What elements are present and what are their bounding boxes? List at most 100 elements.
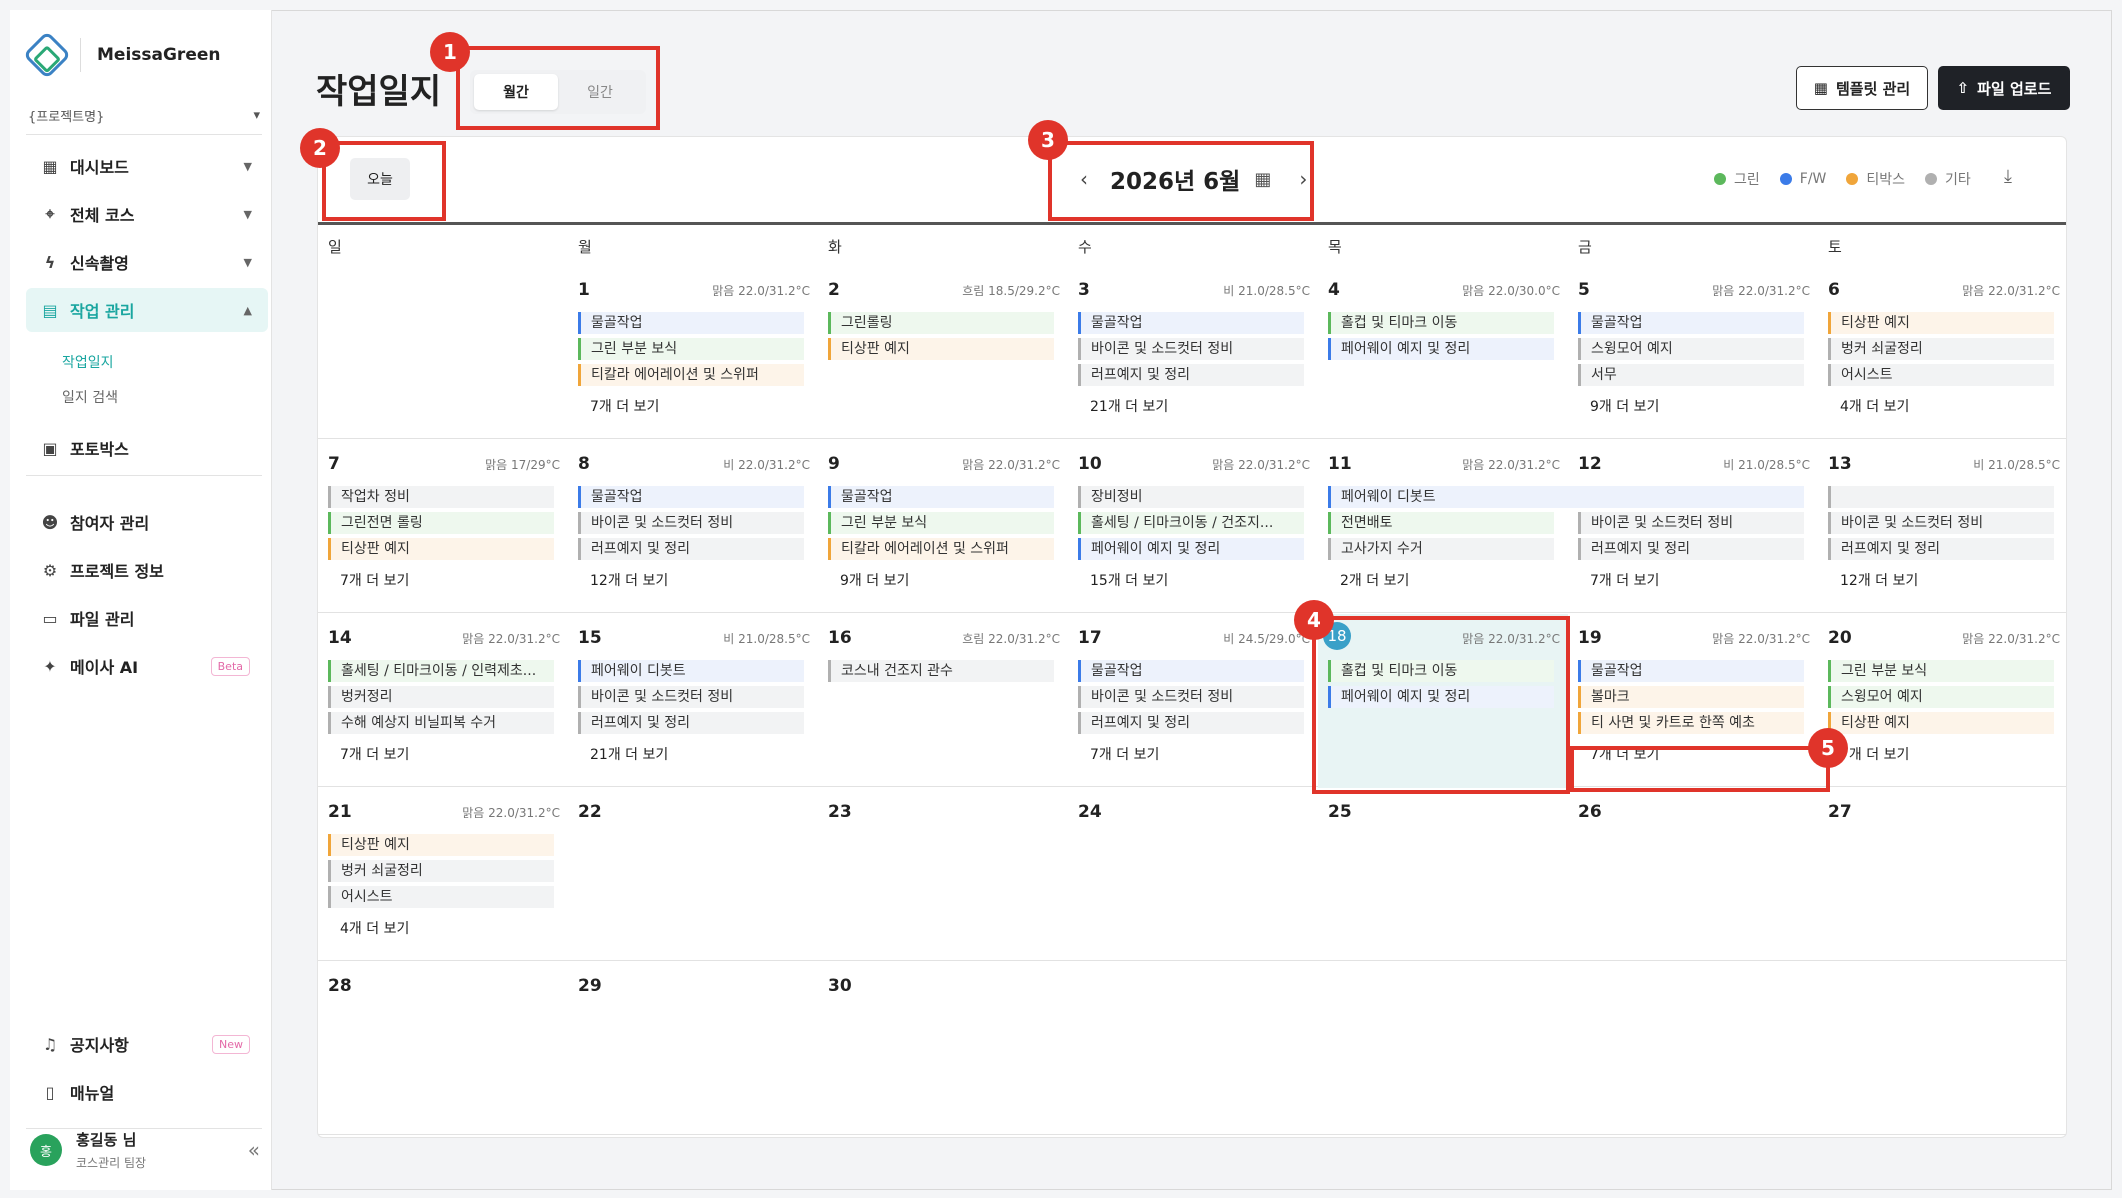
event-item[interactable]: 러프예지 및 정리: [1578, 538, 1804, 560]
calendar-day[interactable]: 28: [318, 962, 568, 1136]
event-item[interactable]: 홀세팅 / 티마크이동 / 건조지...: [1078, 512, 1304, 534]
event-item[interactable]: 티칼라 에어레이션 및 스위퍼: [828, 538, 1054, 560]
event-item[interactable]: 그린 부분 보식: [828, 512, 1054, 534]
calendar-day[interactable]: 15 비 21.0/28.5°C 페어웨이 디봇트 바이콘 및 소드컷터 정비 러프예지…: [568, 614, 818, 788]
calendar-day[interactable]: 26: [1568, 788, 1818, 962]
calendar-day[interactable]: 4 맑음 22.0/30.0°C 홀컵 및 티마크 이동 페어웨이 예지 및 정리: [1318, 266, 1568, 440]
chevron-right-icon[interactable]: ›: [1299, 167, 1307, 191]
event-item[interactable]: 수해 예상지 비닐피복 수거: [328, 712, 554, 734]
calendar-day[interactable]: 16 흐림 22.0/31.2°C 코스내 건조지 관수: [818, 614, 1068, 788]
calendar-day[interactable]: 12 비 21.0/28.5°C 바이콘 및 소드컷터 정비 러프예지 및 정리 7개 …: [1568, 440, 1818, 614]
sidebar-item-participants[interactable]: ☻ 참여자 관리: [26, 500, 268, 544]
sidebar-subitem-log-search[interactable]: 일지 검색: [62, 387, 118, 407]
more-events-link[interactable]: 4개 더 보기: [340, 918, 409, 938]
project-selector[interactable]: {프로젝트명} ▾: [28, 98, 260, 132]
event-item[interactable]: 러프예지 및 정리: [578, 538, 804, 560]
event-item[interactable]: 러프예지 및 정리: [1828, 538, 2054, 560]
sidebar-subitem-work-log[interactable]: 작업일지: [62, 352, 114, 372]
event-item[interactable]: 벙커 쇠굴정리: [328, 860, 554, 882]
calendar-day-today[interactable]: 18 맑음 22.0/31.2°C 홀컵 및 티마크 이동 페어웨이 예지 및 정리: [1318, 614, 1568, 788]
more-events-link[interactable]: 7개 더 보기: [340, 744, 409, 764]
more-events-link[interactable]: 2개 더 보기: [1340, 570, 1409, 590]
event-item[interactable]: 바이콘 및 소드컷터 정비: [1078, 686, 1304, 708]
more-events-link[interactable]: 15개 더 보기: [1090, 570, 1168, 590]
calendar-day[interactable]: 22: [568, 788, 818, 962]
more-events-link[interactable]: 7개 더 보기: [590, 396, 659, 416]
calendar-day[interactable]: 6 맑음 22.0/31.2°C 티상판 예지 벙커 쇠굴정리 어시스트 4개 더 보기: [1818, 266, 2068, 440]
file-upload-button[interactable]: ⇧ 파일 업로드: [1938, 66, 2070, 110]
event-item[interactable]: 티상판 예지: [328, 834, 554, 856]
event-item[interactable]: 물골작업: [578, 486, 804, 508]
collapse-sidebar-icon[interactable]: «: [248, 1138, 260, 1162]
more-events-link[interactable]: 21개 더 보기: [1090, 396, 1168, 416]
event-item[interactable]: 물골작업: [1578, 312, 1804, 334]
chevron-left-icon[interactable]: ‹: [1080, 167, 1088, 191]
sidebar-item-files[interactable]: ▭ 파일 관리: [26, 596, 268, 640]
event-item[interactable]: 고사가지 수거: [1328, 538, 1554, 560]
more-events-link[interactable]: 9개 더 보기: [840, 570, 909, 590]
app-logo[interactable]: MeissaGreen: [22, 28, 220, 82]
event-item[interactable]: 바이콘 및 소드컷터 정비: [578, 686, 804, 708]
sidebar-item-manual[interactable]: ▯ 매뉴얼: [26, 1070, 268, 1114]
event-item[interactable]: 코스내 건조지 관수: [828, 660, 1054, 682]
calendar-day[interactable]: 19 맑음 22.0/31.2°C 물골작업 볼마크 티 사면 및 카트로 한쪽 예초 7…: [1568, 614, 1818, 788]
event-item[interactable]: 티상판 예지: [828, 338, 1054, 360]
event-item[interactable]: 그린전면 롤링: [328, 512, 554, 534]
calendar-day[interactable]: 29: [568, 962, 818, 1136]
more-events-link[interactable]: 9개 더 보기: [1590, 396, 1659, 416]
event-item[interactable]: 페어웨이 예지 및 정리: [1328, 338, 1554, 360]
event-item[interactable]: 물골작업: [1078, 312, 1304, 334]
month-label[interactable]: 2026년 6월: [1110, 162, 1240, 196]
calendar-day[interactable]: 2 흐림 18.5/29.2°C 그린롤링 티상판 예지: [818, 266, 1068, 440]
event-item[interactable]: 물골작업: [1578, 660, 1804, 682]
sidebar-item-work-management[interactable]: ▤ 작업 관리 ▲: [26, 288, 268, 332]
user-profile[interactable]: 홍 홍길동 님 코스관리 팀장 «: [30, 1126, 260, 1174]
sidebar-item-courses[interactable]: ⌖ 전체 코스 ▼: [26, 192, 268, 236]
event-item[interactable]: 러프예지 및 정리: [1078, 364, 1304, 386]
calendar-day[interactable]: 5 맑음 22.0/31.2°C 물골작업 스윙모어 예지 서무 9개 더 보기: [1568, 266, 1818, 440]
more-events-link[interactable]: 21개 더 보기: [590, 744, 668, 764]
calendar-day[interactable]: 9 맑음 22.0/31.2°C 물골작업 그린 부분 보식 티칼라 에어레이션 및 스…: [818, 440, 1068, 614]
sidebar-item-quick-capture[interactable]: ϟ 신속촬영 ▼: [26, 240, 268, 284]
event-item[interactable]: 어시스트: [1828, 364, 2054, 386]
event-item[interactable]: 티칼라 에어레이션 및 스위퍼: [578, 364, 804, 386]
calendar-day[interactable]: 14 맑음 22.0/31.2°C 홀세팅 / 티마크이동 / 인력제초... 벙커정…: [318, 614, 568, 788]
event-item[interactable]: [1828, 486, 2054, 508]
today-button[interactable]: 오늘: [350, 158, 410, 200]
more-events-link[interactable]: 12개 더 보기: [590, 570, 668, 590]
event-item[interactable]: 페어웨이 디봇트: [578, 660, 804, 682]
calendar-day[interactable]: 23: [818, 788, 1068, 962]
more-events-link[interactable]: 7개 더 보기: [1090, 744, 1159, 764]
calendar-day[interactable]: 27: [1818, 788, 2068, 962]
calendar-day[interactable]: 25: [1318, 788, 1568, 962]
tab-monthly[interactable]: 월간: [474, 74, 558, 110]
event-item[interactable]: 러프예지 및 정리: [1078, 712, 1304, 734]
calendar-day[interactable]: 7 맑음 17/29°C 작업차 정비 그린전면 롤링 티상판 예지 7개 더 보기: [318, 440, 568, 614]
event-item[interactable]: 그린 부분 보식: [1828, 660, 2054, 682]
event-item[interactable]: 홀컵 및 티마크 이동: [1328, 312, 1554, 334]
sidebar-item-photobox[interactable]: ▣ 포토박스: [26, 426, 268, 470]
sidebar-item-dashboard[interactable]: ▦ 대시보드 ▼: [26, 144, 268, 188]
calendar-day[interactable]: 1 맑음 22.0/31.2°C 물골작업 그린 부분 보식 티칼라 에어레이션 및 스…: [568, 266, 818, 440]
download-icon[interactable]: ⤓: [2004, 166, 2012, 187]
event-item[interactable]: 전면배토: [1328, 512, 1554, 534]
event-item[interactable]: 티상판 예지: [1828, 712, 2054, 734]
more-events-link[interactable]: 7개 더 보기: [1590, 744, 1659, 764]
event-item[interactable]: 스윙모어 예지: [1828, 686, 2054, 708]
calendar-day[interactable]: 21 맑음 22.0/31.2°C 티상판 예지 벙커 쇠굴정리 어시스트 4개 더 보기: [318, 788, 568, 962]
event-item[interactable]: 어시스트: [328, 886, 554, 908]
calendar-icon[interactable]: ▦: [1254, 169, 1271, 190]
event-item[interactable]: 페어웨이 예지 및 정리: [1328, 686, 1554, 708]
event-item[interactable]: 물골작업: [1078, 660, 1304, 682]
tab-daily[interactable]: 일간: [558, 74, 642, 110]
event-item[interactable]: 그린롤링: [828, 312, 1054, 334]
event-item[interactable]: 페어웨이 예지 및 정리: [1078, 538, 1304, 560]
event-item[interactable]: 바이콘 및 소드컷터 정비: [1828, 512, 2054, 534]
calendar-day[interactable]: 8 비 22.0/31.2°C 물골작업 바이콘 및 소드컷터 정비 러프예지 및 정리…: [568, 440, 818, 614]
event-item[interactable]: 서무: [1578, 364, 1804, 386]
calendar-day[interactable]: 13 비 21.0/28.5°C 바이콘 및 소드컷터 정비 러프예지 및 정리 12개…: [1818, 440, 2068, 614]
event-item[interactable]: 바이콘 및 소드컷터 정비: [1078, 338, 1304, 360]
event-item[interactable]: 물골작업: [828, 486, 1054, 508]
more-events-link[interactable]: 12개 더 보기: [1840, 570, 1918, 590]
sidebar-item-project-info[interactable]: ⚙ 프로젝트 정보: [26, 548, 268, 592]
